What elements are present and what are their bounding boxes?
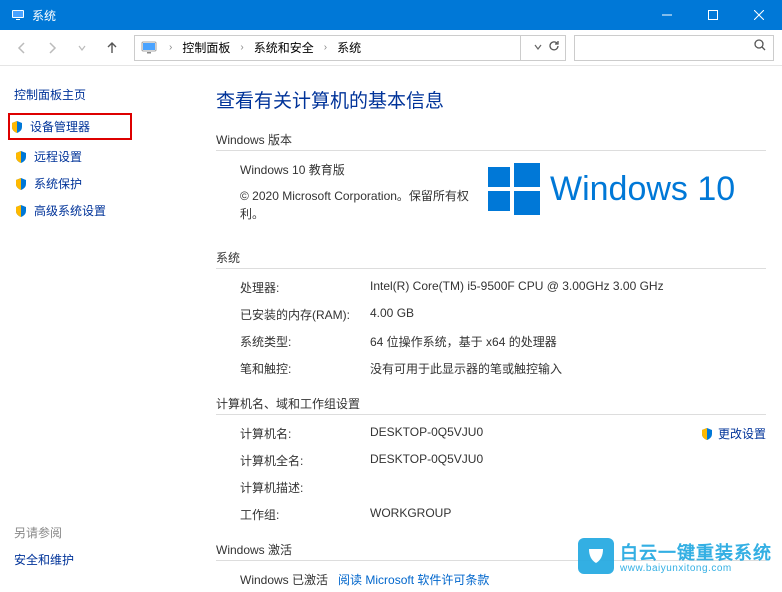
shield-icon	[14, 204, 28, 218]
sidebar-item-label: 系统保护	[34, 175, 82, 192]
info-row-pen-touch: 笔和触控: 没有可用于此显示器的笔或触控输入	[240, 360, 766, 377]
minimize-button[interactable]	[644, 0, 690, 30]
main-panel: 查看有关计算机的基本信息 Windows 版本 Windows 10 教育版 ©…	[200, 66, 782, 592]
sidebar-item-protection[interactable]: 系统保护	[14, 175, 200, 192]
system-icon	[10, 7, 26, 23]
info-value: 64 位操作系统，基于 x64 的处理器	[370, 333, 766, 350]
info-row-full-name: 计算机全名: DESKTOP-0Q5VJU0	[240, 452, 766, 469]
info-value: DESKTOP-0Q5VJU0	[370, 425, 700, 442]
license-terms-link[interactable]: 阅读 Microsoft 软件许可条款	[338, 573, 489, 587]
info-label: 系统类型:	[240, 333, 370, 350]
info-value: Intel(R) Core(TM) i5-9500F CPU @ 3.00GHz…	[370, 279, 766, 296]
sidebar-footer-link[interactable]: 安全和维护	[14, 551, 74, 568]
activation-status: Windows 已激活	[240, 573, 328, 587]
info-row-processor: 处理器: Intel(R) Core(TM) i5-9500F CPU @ 3.…	[240, 279, 766, 296]
divider	[216, 560, 766, 561]
windows-logo-text: Windows 10	[550, 170, 735, 209]
info-label: 笔和触控:	[240, 360, 370, 377]
navbar: › 控制面板 › 系统和安全 › 系统	[0, 30, 782, 66]
info-value	[370, 479, 766, 496]
info-label: 工作组:	[240, 506, 370, 523]
info-value: DESKTOP-0Q5VJU0	[370, 452, 766, 469]
search-icon	[753, 38, 767, 57]
sidebar-home[interactable]: 控制面板主页	[14, 86, 200, 103]
windows-logo: Windows 10	[486, 161, 766, 217]
refresh-button[interactable]	[547, 39, 561, 56]
info-value: WORKGROUP	[370, 506, 766, 523]
recent-dropdown[interactable]	[68, 34, 96, 62]
window-title: 系统	[32, 7, 644, 24]
info-row-computer-name: 计算机名: DESKTOP-0Q5VJU0 更改设置	[240, 425, 766, 442]
info-label: 已安装的内存(RAM):	[240, 306, 370, 323]
chevron-right-icon[interactable]: ›	[163, 42, 178, 53]
change-settings-link[interactable]: 更改设置	[700, 425, 766, 442]
chevron-right-icon[interactable]: ›	[318, 42, 333, 53]
divider	[216, 268, 766, 269]
sidebar-item-advanced[interactable]: 高级系统设置	[14, 202, 200, 219]
sidebar-item-label: 远程设置	[34, 148, 82, 165]
edition-name: Windows 10 教育版	[240, 161, 486, 179]
edition-header: Windows 版本	[216, 131, 766, 148]
sidebar-footer-heading: 另请参阅	[14, 524, 74, 541]
sidebar-item-label: 设备管理器	[30, 118, 90, 135]
sidebar-item-device-manager[interactable]: 设备管理器	[8, 113, 132, 140]
info-row-description: 计算机描述:	[240, 479, 766, 496]
breadcrumb-dropdown[interactable]	[533, 41, 543, 55]
info-value: 4.00 GB	[370, 306, 766, 323]
info-row-workgroup: 工作组: WORKGROUP	[240, 506, 766, 523]
page-title: 查看有关计算机的基本信息	[216, 86, 766, 113]
close-button[interactable]	[736, 0, 782, 30]
divider	[216, 150, 766, 151]
copyright: © 2020 Microsoft Corporation。保留所有权利。	[240, 187, 486, 223]
info-label: 计算机描述:	[240, 479, 370, 496]
info-row-ram: 已安装的内存(RAM): 4.00 GB	[240, 306, 766, 323]
computer-header: 计算机名、域和工作组设置	[216, 395, 766, 412]
info-label: 处理器:	[240, 279, 370, 296]
chevron-right-icon[interactable]: ›	[234, 42, 249, 53]
divider	[216, 414, 766, 415]
info-label: 计算机名:	[240, 425, 370, 442]
system-header: 系统	[216, 249, 766, 266]
breadcrumb[interactable]: › 控制面板 › 系统和安全 › 系统	[134, 35, 566, 61]
breadcrumb-system-security[interactable]: 系统和安全	[250, 39, 318, 56]
monitor-icon	[141, 40, 157, 56]
shield-icon	[14, 177, 28, 191]
change-settings-label: 更改设置	[718, 425, 766, 442]
activation-header: Windows 激活	[216, 541, 766, 558]
search-input[interactable]	[574, 35, 774, 61]
info-value: 没有可用于此显示器的笔或触控输入	[370, 360, 766, 377]
sidebar-item-remote[interactable]: 远程设置	[14, 148, 200, 165]
shield-icon	[700, 427, 714, 441]
back-button[interactable]	[8, 34, 36, 62]
titlebar: 系统	[0, 0, 782, 30]
info-label: 计算机全名:	[240, 452, 370, 469]
maximize-button[interactable]	[690, 0, 736, 30]
info-row-system-type: 系统类型: 64 位操作系统，基于 x64 的处理器	[240, 333, 766, 350]
forward-button[interactable]	[38, 34, 66, 62]
breadcrumb-system[interactable]: 系统	[333, 39, 365, 56]
sidebar: 控制面板主页 设备管理器 远程设置 系统保护 高级系统设置	[0, 66, 200, 592]
shield-icon	[14, 150, 28, 164]
sidebar-item-label: 高级系统设置	[34, 202, 106, 219]
breadcrumb-control-panel[interactable]: 控制面板	[178, 39, 234, 56]
shield-icon	[10, 120, 24, 134]
up-button[interactable]	[98, 34, 126, 62]
